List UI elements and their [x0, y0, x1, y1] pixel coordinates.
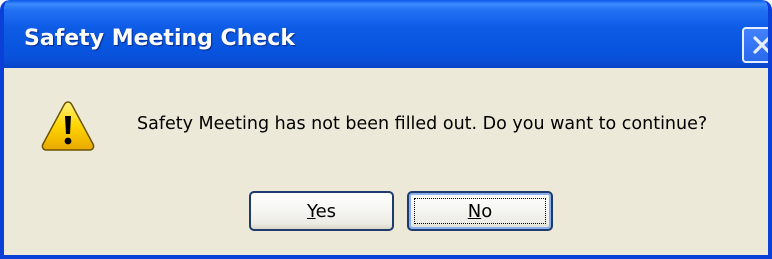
warning-icon — [41, 101, 95, 151]
close-button[interactable] — [742, 27, 768, 63]
yes-button[interactable]: Yes — [249, 191, 394, 231]
dialog-window: Safety Meeting Check Safety Meeting has … — [0, 0, 772, 259]
dialog-message: Safety Meeting has not been filled out. … — [137, 114, 708, 134]
title-bar[interactable]: Safety Meeting Check — [4, 0, 768, 68]
close-icon — [753, 36, 768, 54]
no-button[interactable]: No — [407, 191, 553, 231]
no-button-label: No — [467, 200, 493, 222]
yes-button-label: Yes — [306, 200, 337, 222]
window-title: Safety Meeting Check — [24, 26, 295, 51]
